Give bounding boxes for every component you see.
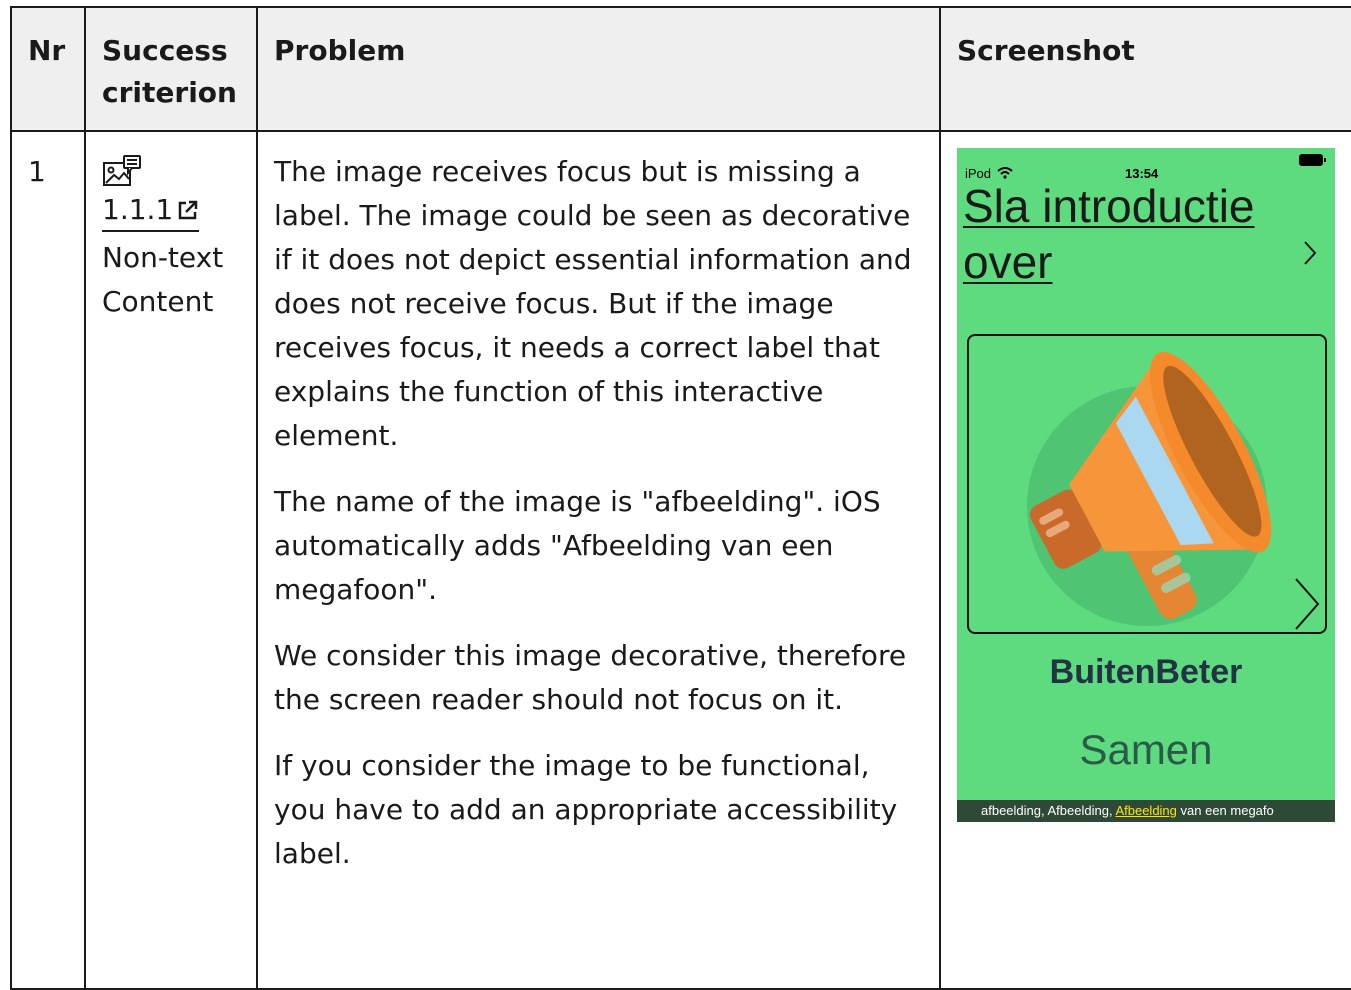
voiceover-text: afbeelding, Afbeelding, xyxy=(981,803,1116,818)
criterion-number: 1.1.1 xyxy=(102,193,174,226)
skip-intro-link[interactable]: Sla introductie over xyxy=(963,178,1293,290)
voiceover-caption: afbeelding, Afbeelding, Afbeelding van e… xyxy=(957,800,1335,822)
header-nr: Nr xyxy=(10,6,86,132)
criterion-cell: 1.1.1 Non-text Content xyxy=(84,130,258,990)
problem-paragraph: The image receives focus but is missing … xyxy=(274,155,912,452)
criterion-link[interactable]: 1.1.1 xyxy=(102,190,200,232)
header-screenshot: Screenshot xyxy=(939,6,1351,132)
voiceover-highlight: Afbeelding xyxy=(1115,803,1177,818)
external-link-icon xyxy=(179,200,198,220)
battery-icon xyxy=(1299,154,1326,166)
header-row: Nr Success criterion Problem Screenshot xyxy=(10,6,1351,132)
screenshot-cell: iPod 13:54 Sla introductie over BuitenBe… xyxy=(939,130,1351,990)
voiceover-text-end: van een megafo xyxy=(1176,803,1274,818)
problem-paragraph: The name of the image is "afbeelding". i… xyxy=(274,485,881,606)
chevron-right-icon xyxy=(1304,241,1317,265)
problem-cell: The image receives focus but is missing … xyxy=(256,130,941,990)
row-number: 1 xyxy=(10,130,86,990)
problem-paragraph: We consider this image decorative, there… xyxy=(274,639,907,716)
audit-table: Nr Success criterion Problem Screenshot … xyxy=(10,6,1351,990)
megaphone-image[interactable] xyxy=(967,334,1327,634)
table-row: 1 1.1.1 Non-text Content The image recei… xyxy=(10,130,1351,990)
app-title: BuitenBeter xyxy=(1049,653,1243,691)
criterion-name: Non-text Content xyxy=(102,241,224,318)
megaphone-illustration xyxy=(1027,352,1272,626)
status-bar: iPod 13:54 xyxy=(957,148,1335,181)
non-text-content-icon xyxy=(103,155,141,186)
app-screenshot: iPod 13:54 Sla introductie over BuitenBe… xyxy=(957,148,1335,822)
header-problem: Problem xyxy=(256,6,941,132)
chevron-right-icon xyxy=(1295,578,1320,630)
app-subtitle: Samen xyxy=(1079,726,1213,773)
problem-paragraph: If you consider the image to be function… xyxy=(274,749,898,870)
header-criterion: Success criterion xyxy=(84,6,258,132)
